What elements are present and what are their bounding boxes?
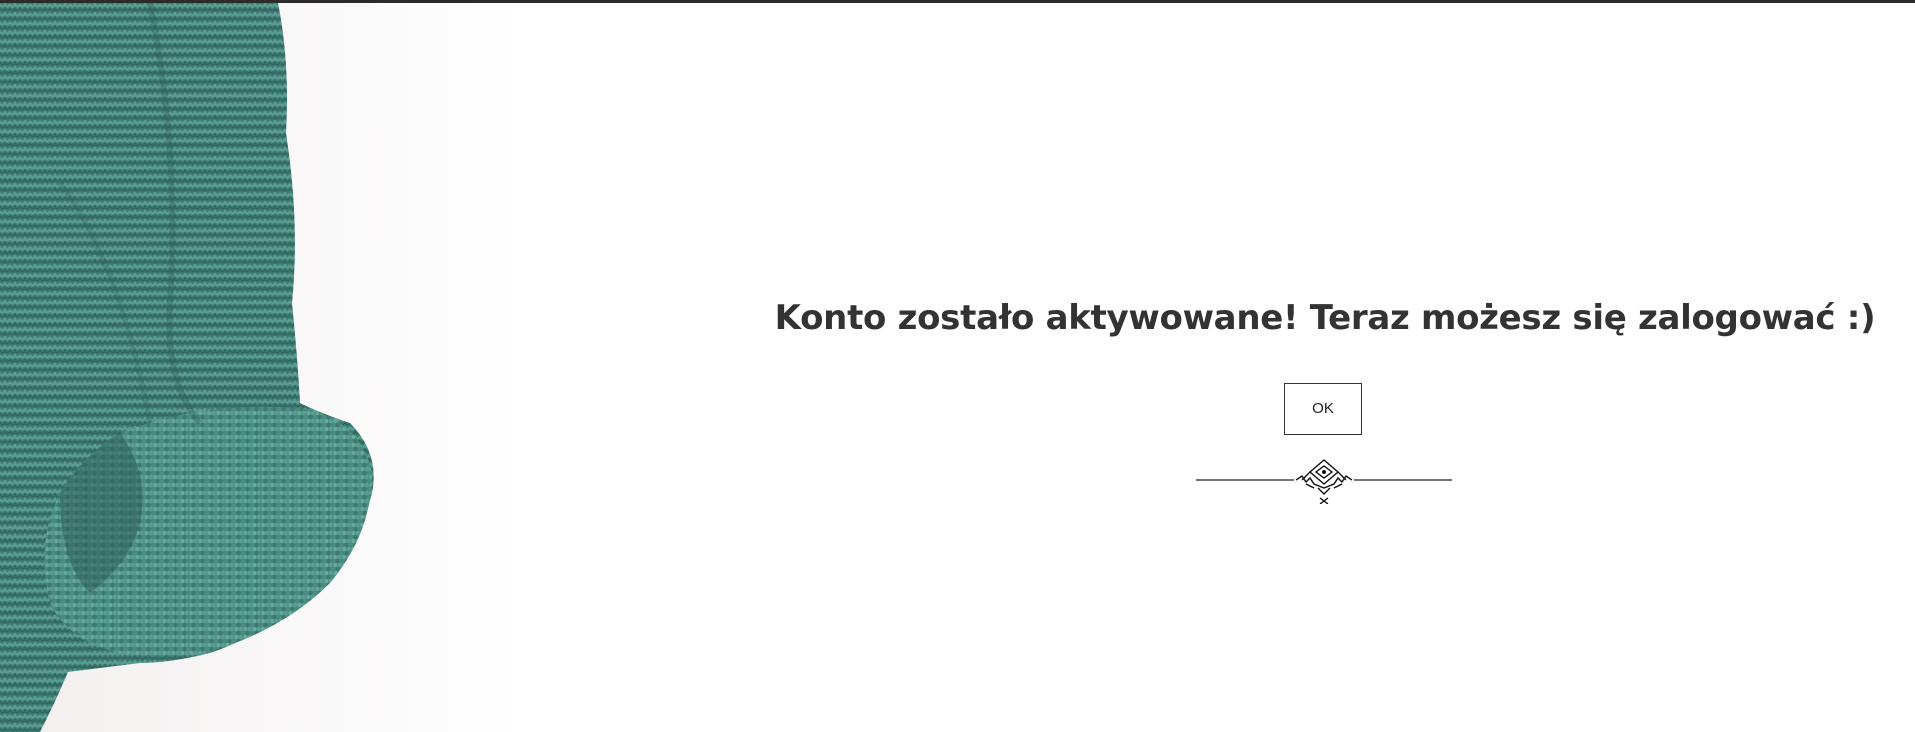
activation-page: Konto zostało aktywowane! Teraz możesz s…	[0, 0, 1915, 732]
top-border	[0, 0, 1915, 3]
activation-message: Konto zostało aktywowane! Teraz możesz s…	[760, 296, 1890, 340]
activation-message-title: Konto zostało aktywowane! Teraz możesz s…	[774, 298, 1876, 338]
ok-button[interactable]: OK	[1284, 383, 1362, 435]
knit-sweater-sleeve-image	[0, 3, 520, 732]
ornamental-divider-icon	[1196, 458, 1452, 504]
